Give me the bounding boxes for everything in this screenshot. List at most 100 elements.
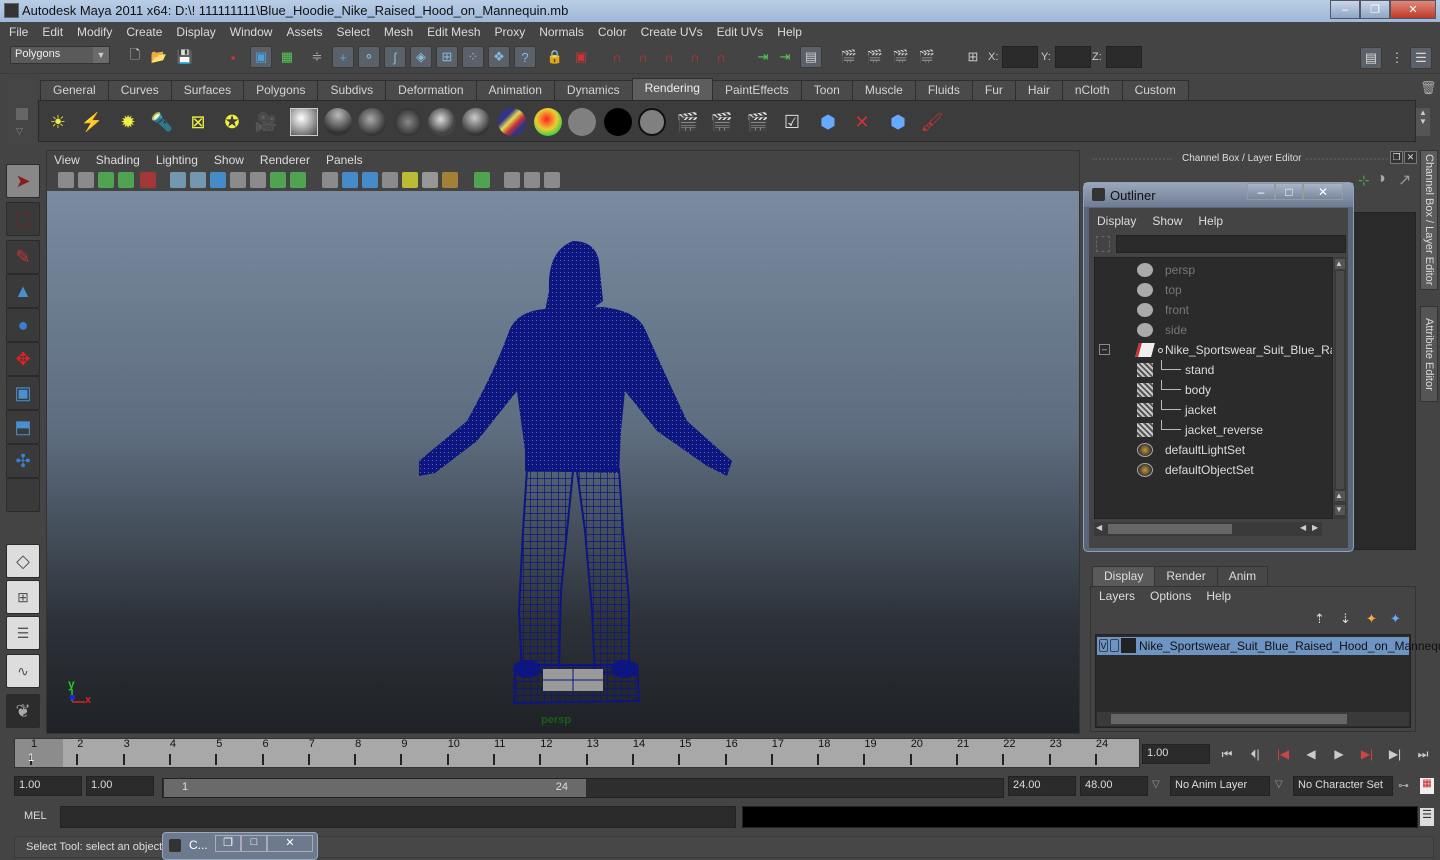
manipulator-arrow-icon[interactable]: ↗ — [1398, 170, 1411, 190]
outliner-titlebar[interactable]: Outliner – □ ✕ — [1084, 183, 1353, 207]
select-handle-icon[interactable]: + — [332, 46, 354, 68]
mel-command-input[interactable] — [60, 806, 736, 828]
construction-history-icon[interactable]: ▤ — [800, 46, 822, 68]
layers-shade-icon[interactable]: ◑ — [1376, 170, 1386, 188]
minimized-restore-button[interactable]: ❐ — [215, 835, 241, 852]
channel-box-toggle-icon[interactable]: ☰ — [1410, 47, 1432, 69]
mel-label[interactable]: MEL — [24, 810, 47, 822]
tab-fur[interactable]: Fur — [971, 80, 1016, 100]
use-all-lights-icon[interactable] — [402, 172, 418, 188]
render-current-frame-icon[interactable]: 🎬 — [674, 108, 702, 136]
shelf-scroll[interactable]: ▲ ▼ — [1416, 108, 1430, 136]
render-settings-icon[interactable]: ☑ — [778, 108, 806, 136]
outliner-menu-show[interactable]: Show — [1152, 214, 1182, 228]
viewport-menu-renderer[interactable]: Renderer — [252, 151, 318, 169]
textured-icon[interactable] — [382, 172, 398, 188]
film-gate-icon[interactable] — [190, 172, 206, 188]
float-panel-icon[interactable]: ❐ — [1390, 151, 1403, 164]
time-slider[interactable] — [14, 738, 1140, 768]
shelf-down-icon[interactable]: ▽ — [16, 126, 23, 137]
menu-proxy[interactable]: Proxy — [488, 25, 533, 39]
save-scene-icon[interactable]: 💾 — [174, 46, 196, 68]
safe-title-icon[interactable] — [290, 172, 306, 188]
new-scene-icon[interactable]: 🗋 — [124, 46, 146, 68]
tab-painteffects[interactable]: PaintEffects — [711, 80, 802, 100]
animation-start-field[interactable]: 1.00 — [14, 776, 82, 796]
surface-shader-icon[interactable] — [534, 108, 562, 136]
snap-to-curve-icon[interactable]: ∩ — [632, 46, 654, 68]
scale-tool-icon[interactable]: ✥ — [6, 342, 40, 376]
minimize-button[interactable]: – — [1330, 0, 1360, 19]
step-back-frame-icon[interactable]: ⏴| — [1246, 747, 1264, 763]
outliner-item-stand[interactable]: stand — [1095, 360, 1332, 380]
tab-attribute-editor[interactable]: Attribute Editor — [1420, 306, 1438, 402]
select-camera-icon[interactable] — [58, 172, 74, 188]
select-by-object-type-icon[interactable]: ▣ — [250, 46, 272, 68]
y-input[interactable] — [1054, 46, 1091, 68]
batch-render-icon[interactable]: 🎬 — [744, 108, 772, 136]
tab-custom[interactable]: Custom — [1121, 80, 1189, 100]
outliner-maximize-button[interactable]: □ — [1275, 183, 1303, 200]
go-to-end-icon[interactable]: ⏭ — [1414, 747, 1432, 763]
shadows-icon[interactable] — [422, 172, 438, 188]
lock-selection-icon[interactable]: ≑ — [306, 46, 328, 68]
wireframe-on-shaded-icon[interactable] — [362, 172, 378, 188]
menu-select[interactable]: Select — [329, 25, 376, 39]
menu-file[interactable]: File — [2, 25, 35, 39]
soft-modification-tool-icon[interactable]: ⬒ — [6, 410, 40, 444]
viewport-menu-lighting[interactable]: Lighting — [148, 151, 206, 169]
z-input[interactable] — [1105, 46, 1142, 68]
directional-light-icon[interactable]: ⚡ — [78, 108, 106, 136]
collapse-toggle-icon[interactable]: – — [1099, 344, 1110, 355]
layer-menu-layers[interactable]: Layers — [1099, 589, 1135, 603]
outliner-menu-display[interactable]: Display — [1097, 214, 1136, 228]
viewport-menu-show[interactable]: Show — [206, 151, 252, 169]
area-light-icon[interactable]: ⊠ — [184, 108, 212, 136]
menu-window[interactable]: Window — [223, 25, 280, 39]
lambert-icon[interactable] — [358, 108, 386, 136]
outliner-item-top[interactable]: top — [1095, 280, 1332, 300]
output-ops-icon[interactable]: ⇥ — [774, 46, 796, 68]
last-tool-slot[interactable] — [6, 478, 40, 512]
tab-deformation[interactable]: Deformation — [385, 80, 477, 100]
layer-horizontal-scrollbar[interactable] — [1097, 712, 1409, 726]
attribute-editor-toggle-icon[interactable]: ▤ — [1360, 47, 1382, 69]
rotate-tool-icon[interactable]: ● — [6, 308, 40, 342]
anim-layer-dropdown-icon[interactable]: ▽ — [1152, 779, 1160, 790]
render-view-icon[interactable]: 🎬 — [838, 46, 860, 68]
paint-select-tool-icon[interactable]: ✎ — [6, 240, 40, 274]
current-time-marker[interactable] — [15, 739, 63, 767]
outliner-item-persp[interactable]: persp — [1095, 260, 1332, 280]
phong-icon[interactable] — [394, 108, 422, 136]
step-forward-frame-icon[interactable]: ▶| — [1386, 747, 1404, 763]
go-to-start-icon[interactable]: ⏮ — [1218, 747, 1236, 763]
outliner-persp-layout-icon[interactable]: ☰ — [6, 616, 40, 650]
layer-menu-help[interactable]: Help — [1206, 589, 1231, 603]
character-set-field[interactable]: No Character Set — [1293, 776, 1393, 796]
render-view-icon[interactable] — [290, 108, 318, 136]
play-backwards-icon[interactable]: ◀ — [1302, 747, 1320, 763]
camera-icon[interactable]: 🎥 — [252, 108, 280, 136]
scroll-left-icon[interactable]: ◀ — [1300, 523, 1306, 532]
snap-to-point-icon[interactable]: ∩ — [658, 46, 680, 68]
tab-surfaces[interactable]: Surfaces — [170, 80, 245, 100]
outliner-item-defaultlightset[interactable]: defaultLightSet — [1095, 440, 1332, 460]
menu-modify[interactable]: Modify — [70, 25, 119, 39]
select-rendering-icon[interactable]: ❖ — [488, 46, 510, 68]
2d-pan-zoom-icon[interactable] — [140, 172, 156, 188]
image-plane-icon[interactable] — [118, 172, 134, 188]
default-material-icon[interactable] — [442, 172, 458, 188]
channels-axis-icon[interactable]: ⊹ — [1358, 172, 1370, 189]
scroll-thumb[interactable] — [1336, 271, 1344, 489]
layer-type-toggle[interactable] — [1110, 639, 1119, 652]
select-by-component-icon[interactable]: ▦ — [276, 46, 298, 68]
menu-edit[interactable]: Edit — [35, 25, 70, 39]
camera-attribute-icon[interactable] — [78, 172, 94, 188]
menu-edit-mesh[interactable]: Edit Mesh — [420, 25, 487, 39]
outliner-minimize-button[interactable]: – — [1247, 183, 1275, 200]
show-manipulator-icon[interactable]: ✣ — [6, 444, 40, 478]
layer-menu-options[interactable]: Options — [1150, 589, 1191, 603]
tab-general[interactable]: General — [40, 80, 109, 100]
scroll-down-icon[interactable]: ▼ — [1335, 505, 1345, 515]
range-slider-handle[interactable]: 1 24 — [164, 779, 586, 797]
